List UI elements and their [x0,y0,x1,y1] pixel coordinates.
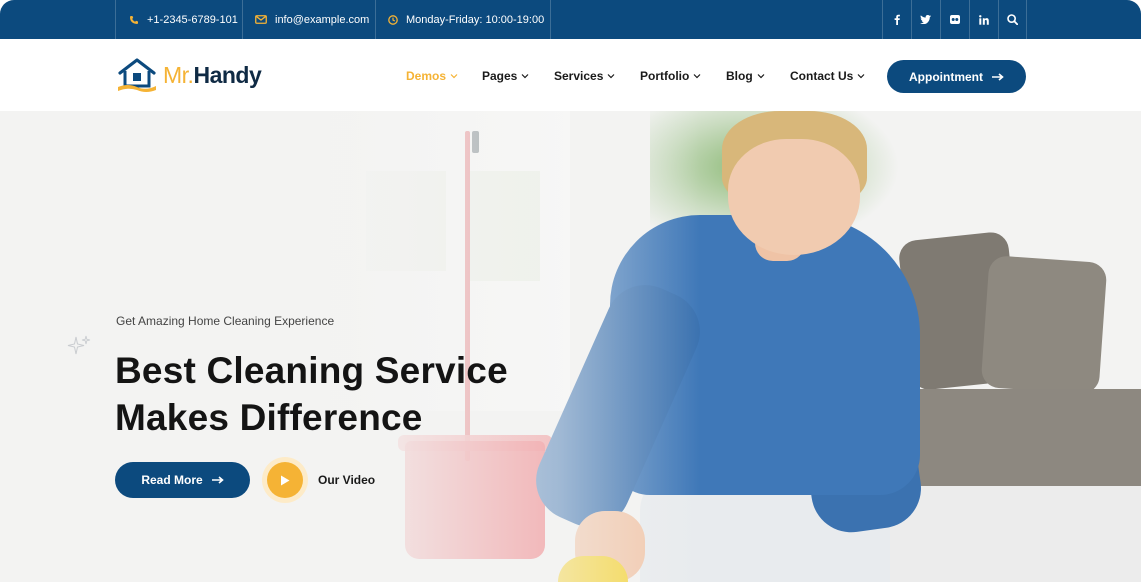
linkedin-icon[interactable] [969,0,998,39]
logo-mr: Mr. [163,61,194,88]
email-info[interactable]: info@example.com [255,0,369,39]
our-video-link[interactable]: Our Video [318,473,375,487]
appointment-button-label: Appointment [909,69,983,84]
hero-title-line-1: Best Cleaning Service [115,350,508,391]
nav-demos-label: Demos [406,69,447,83]
search-icon[interactable] [998,0,1027,39]
logo[interactable]: Mr.Handy [116,57,262,93]
woman-face [728,139,860,255]
sparkle-icon [67,335,91,355]
appointment-button[interactable]: Appointment [887,60,1026,93]
hero-title-line-2: Makes Difference [115,397,423,438]
sofa-cushion [980,255,1108,395]
hours-text: Monday-Friday: 10:00-19:00 [406,13,545,26]
chevron-down-icon [607,74,615,79]
facebook-icon[interactable] [882,0,911,39]
nav-contact-us-label: Contact Us [790,69,854,83]
nav-portfolio-label: Portfolio [640,69,690,83]
chevron-down-icon [693,74,701,79]
read-more-button[interactable]: Read More [115,462,250,498]
site-header: Mr.Handy Demos Pages Services Portfolio … [0,39,1141,111]
arrow-right-icon [992,72,1004,81]
chevron-down-icon [521,74,529,79]
chevron-down-icon [857,74,865,79]
read-more-button-label: Read More [141,473,203,487]
email-text: info@example.com [275,13,370,26]
phone-info[interactable]: +1-2345-6789-101 [129,0,238,39]
phone-icon [130,15,138,24]
house-logo-icon [118,58,156,92]
divider [375,0,376,39]
top-info-bar: +1-2345-6789-101 info@example.com Monday… [0,0,1141,39]
divider [1026,0,1027,39]
nav-demos[interactable]: Demos [406,67,458,85]
nav-pages[interactable]: Pages [482,67,529,85]
nav-portfolio[interactable]: Portfolio [640,67,701,85]
chevron-down-icon [450,74,458,79]
envelope-icon [255,15,267,24]
divider [550,0,551,39]
nav-blog[interactable]: Blog [726,67,765,85]
nav-pages-label: Pages [482,69,518,83]
clock-icon [388,14,398,25]
play-video-button[interactable] [262,457,308,503]
nav-services[interactable]: Services [554,67,615,85]
hero-subtitle: Get Amazing Home Cleaning Experience [116,314,335,328]
divider [242,0,243,39]
logo-name: Handy [193,61,262,88]
play-icon [281,475,290,485]
divider [115,0,116,39]
arrow-right-icon [211,476,224,484]
phone-text: +1-2345-6789-101 [147,13,238,26]
nav-services-label: Services [554,69,604,83]
nav-contact-us[interactable]: Contact Us [790,67,865,85]
flickr-icon[interactable] [940,0,969,39]
nav-blog-label: Blog [726,69,753,83]
chevron-down-icon [757,74,765,79]
play-button-circle [267,462,303,498]
hero-title: Best Cleaning Service Makes Difference [115,347,508,441]
twitter-icon[interactable] [911,0,940,39]
hours-info: Monday-Friday: 10:00-19:00 [388,0,544,39]
logo-text: Mr.Handy [163,61,262,89]
